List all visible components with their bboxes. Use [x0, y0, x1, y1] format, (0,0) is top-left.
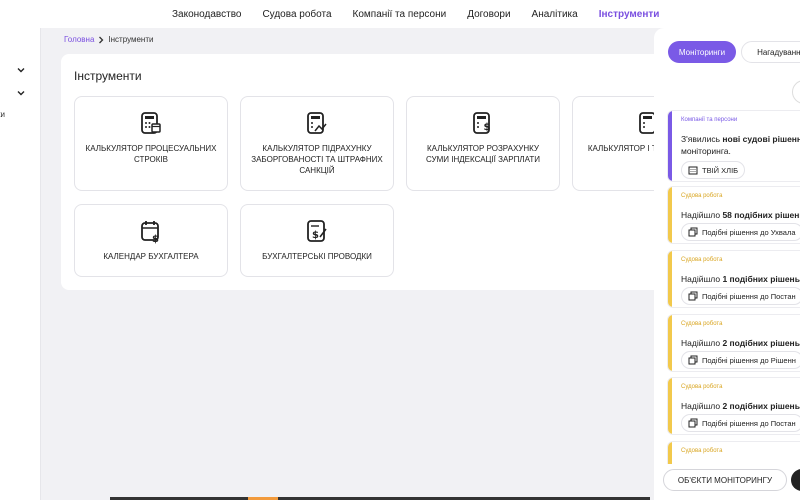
copy-icon	[688, 418, 698, 428]
sidebar-item-label[interactable]: ки	[0, 110, 5, 119]
chevron-right-icon	[99, 36, 104, 43]
breadcrumb-home[interactable]: Головна	[64, 35, 94, 44]
chevron-down-icon[interactable]	[16, 88, 26, 98]
pill-label: Подібні рішення до Рішенн	[702, 355, 796, 365]
calculator-calendar-icon	[141, 112, 161, 134]
notification-message: Надійшло 1 подібних рішень.	[681, 274, 800, 284]
similar-decisions-pill[interactable]: Подібні рішення до Ухвала	[681, 223, 800, 241]
copy-icon	[688, 355, 698, 365]
svg-text:$: $	[484, 122, 491, 133]
breadcrumb-current: Інструменти	[108, 35, 154, 44]
panel-dark-button[interactable]	[791, 469, 800, 491]
tool-accountant-calendar[interactable]: $ КАЛЕНДАР БУХГАЛТЕРА	[74, 204, 228, 277]
notification-category: Судова робота	[681, 193, 723, 199]
tool-label: КАЛЬКУЛЯТОР ПІДРАХУНКУ ЗАБОРГОВАНОСТІ ТА…	[251, 144, 383, 175]
notification-accent-bar	[668, 187, 672, 243]
panel-action-button[interactable]	[792, 80, 800, 104]
notification-accent-bar	[668, 251, 672, 307]
pill-label: Подібні рішення до Постан	[702, 291, 796, 301]
notification-category: Судова робота	[681, 384, 723, 390]
tool-debt-penalties-calculator[interactable]: КАЛЬКУЛЯТОР ПІДРАХУНКУ ЗАБОРГОВАНОСТІ ТА…	[240, 96, 394, 191]
notification-message: Надійшло 58 подібних рішень	[681, 210, 800, 220]
calendar-dollar-icon: $	[141, 221, 159, 245]
top-navigation: Законодавство Судова робота Компанії та …	[0, 0, 800, 28]
tool-label: КАЛЕНДАР БУХГАЛТЕРА	[103, 252, 199, 261]
copy-icon	[688, 227, 698, 237]
notification-card[interactable]: Судова робота Надійшло 58 подібних рішен…	[667, 186, 800, 244]
notification-card[interactable]: Судова робота Надійшло 2 подібних рішень…	[667, 377, 800, 435]
notification-accent-bar	[668, 111, 672, 181]
pill-label: Подібні рішення до Постан	[702, 418, 796, 428]
nav-analytics[interactable]: Аналітика	[532, 9, 578, 20]
similar-decisions-pill[interactable]: Подібні рішення до Постан	[681, 414, 800, 432]
tool-accounting-entries[interactable]: $ БУХГАЛТЕРСЬКІ ПРОВОДКИ	[240, 204, 394, 277]
notification-accent-bar	[668, 378, 672, 434]
pill-label: ТВІЙ ХЛІБ	[702, 165, 739, 175]
nav-tools[interactable]: Інструменти	[599, 9, 660, 20]
similar-decisions-pill[interactable]: Подібні рішення до Рішенн	[681, 351, 800, 369]
nav-companies-persons[interactable]: Компанії та персони	[353, 9, 447, 20]
tools-card: Інструменти КАЛЬКУЛЯТОР ПРОЦЕСУАЛЬНИХ СТ…	[61, 54, 726, 290]
left-sidebar: ки	[0, 28, 41, 500]
nav-legislation[interactable]: Законодавство	[172, 9, 241, 20]
notification-accent-bar	[668, 315, 672, 371]
copy-icon	[688, 291, 698, 301]
tool-salary-indexation-calculator[interactable]: $ КАЛЬКУЛЯТОР РОЗРАХУНКУ СУМИ ІНДЕКСАЦІЇ…	[406, 96, 560, 191]
monitoring-panel: Моніторинги Нагадування Компанії та перс…	[654, 28, 800, 500]
tool-label: КАЛЬКУЛЯТОР ПРОЦЕСУАЛЬНИХ СТРОКІВ	[85, 144, 217, 164]
notification-message: Надійшло 2 подібних рішень.	[681, 401, 800, 411]
tool-procedural-deadlines-calculator[interactable]: КАЛЬКУЛЯТОР ПРОЦЕСУАЛЬНИХ СТРОКІВ	[74, 96, 228, 191]
building-icon	[688, 166, 698, 175]
monitoring-objects-button[interactable]: ОБ'ЄКТИ МОНІТОРИНГУ	[663, 469, 787, 491]
nav-court-work[interactable]: Судова робота	[262, 9, 331, 20]
notification-category: Судова робота	[681, 321, 723, 327]
calculator-dollar-icon: $	[473, 112, 491, 134]
document-dollar-icon: $	[307, 220, 327, 242]
svg-text:$: $	[152, 234, 159, 245]
notification-message-line2: моніторинга.	[681, 146, 731, 156]
notification-message: З'явились нові судові рішення	[681, 134, 800, 144]
page-title: Інструменти	[74, 69, 142, 83]
notification-card[interactable]: Судова робота Надійшло 2 подібних рішень…	[667, 314, 800, 372]
notification-company-pill[interactable]: ТВІЙ ХЛІБ	[681, 161, 746, 179]
notification-category: Компанії та персони	[681, 117, 738, 123]
pill-label: Подібні рішення до Ухвала	[702, 227, 796, 237]
svg-text:$: $	[312, 230, 319, 241]
notification-category: Судова робота	[681, 448, 723, 454]
similar-decisions-pill[interactable]: Подібні рішення до Постан	[681, 287, 800, 305]
tab-reminders[interactable]: Нагадування	[741, 41, 800, 63]
notification-card[interactable]: Компанії та персони З'явились нові судов…	[667, 110, 800, 182]
nav-contracts[interactable]: Договори	[467, 9, 510, 20]
chevron-down-icon[interactable]	[16, 65, 26, 75]
breadcrumb: Головна Інструменти	[64, 35, 153, 44]
panel-footer: ОБ'ЄКТИ МОНІТОРИНГУ	[654, 464, 800, 500]
notification-message: Надійшло 2 подібних рішень.	[681, 338, 800, 348]
tool-label: БУХГАЛТЕРСЬКІ ПРОВОДКИ	[262, 252, 372, 261]
tab-monitorings[interactable]: Моніторинги	[668, 41, 736, 63]
tool-label: КАЛЬКУЛЯТОР РОЗРАХУНКУ СУМИ ІНДЕКСАЦІЇ З…	[426, 144, 540, 164]
notification-card[interactable]: Судова робота Надійшло 1 подібних рішень…	[667, 250, 800, 308]
notification-category: Судова робота	[681, 257, 723, 263]
calculator-chart-icon	[307, 112, 327, 134]
